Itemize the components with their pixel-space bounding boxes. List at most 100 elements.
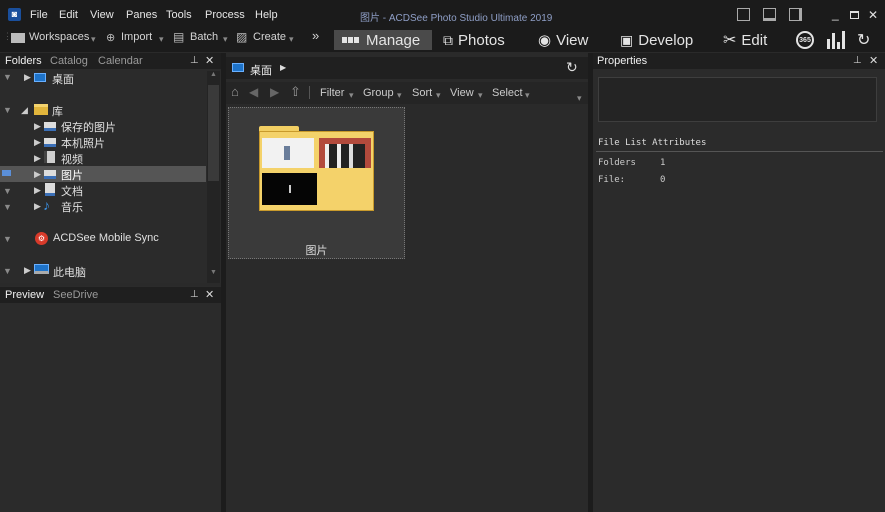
pin-icon[interactable]: ⊥ — [190, 289, 199, 300]
folders-scrollbar[interactable]: ▲ ▼ — [207, 71, 220, 283]
pin-marker-icon: ▼ — [3, 202, 12, 212]
expand-arrow-icon[interactable]: ▶ — [34, 201, 41, 212]
chevron-down-icon: ▾ — [91, 34, 96, 44]
create-button[interactable]: Create — [253, 31, 286, 43]
expand-arrow-icon[interactable]: ▶ — [34, 169, 41, 180]
tab-folders[interactable]: Folders — [5, 55, 42, 67]
preview-pane — [0, 286, 221, 512]
tree-item-documents[interactable]: 文档 — [61, 183, 83, 199]
maximize-icon[interactable] — [850, 11, 859, 19]
expand-arrow-icon[interactable]: ▶ — [24, 72, 31, 83]
folder-thumbnail-item[interactable]: 图片 — [228, 107, 405, 259]
layout-right-icon[interactable] — [789, 8, 802, 21]
mode-edit-label: Edit — [741, 31, 768, 49]
mode-photos-button[interactable]: ⧉ Photos — [443, 30, 521, 50]
edit-tools-icon: ✂ — [723, 32, 737, 49]
filter-bar — [226, 82, 588, 104]
tree-item-videos[interactable]: 视频 — [61, 151, 83, 167]
batch-icon: ▤ — [173, 30, 185, 44]
mode-develop-button[interactable]: ▣ Develop — [620, 30, 704, 50]
breadcrumb-arrow-icon[interactable]: ▶ — [280, 63, 286, 72]
tree-item-this-pc[interactable]: 此电脑 — [53, 264, 86, 280]
tree-item-mobile-sync[interactable]: ACDSee Mobile Sync — [53, 232, 159, 244]
close-pane-icon[interactable]: ✕ — [205, 54, 214, 67]
menu-file[interactable]: File — [30, 9, 48, 21]
properties-preview-box — [598, 77, 877, 122]
expand-arrow-icon[interactable]: ▶ — [34, 121, 41, 132]
tree-item-library[interactable]: 库 — [52, 103, 63, 119]
menu-edit[interactable]: Edit — [59, 9, 78, 21]
layout-left-icon[interactable] — [737, 8, 750, 21]
scroll-thumb[interactable] — [208, 85, 219, 181]
workspaces-icon — [11, 33, 25, 43]
batch-button[interactable]: Batch — [190, 31, 218, 43]
mode-365-button[interactable]: 365 — [794, 30, 816, 50]
import-button[interactable]: Import — [121, 31, 152, 43]
pin-icon[interactable]: ⊥ — [190, 55, 199, 66]
sort-menu[interactable]: Sort — [412, 87, 432, 99]
expand-arrow-icon[interactable]: ▶ — [34, 137, 41, 148]
dashboard-icon[interactable] — [827, 31, 847, 49]
tab-properties[interactable]: Properties — [597, 55, 647, 67]
tree-item-music[interactable]: 音乐 — [61, 199, 83, 215]
library-icon — [34, 104, 48, 115]
eye-icon: ◉ — [538, 32, 552, 49]
mode-manage-button[interactable]: Manage — [334, 30, 432, 50]
visibility-icon[interactable]: ↻ — [857, 30, 870, 50]
more-options-icon[interactable]: ▾ — [577, 93, 582, 104]
pin-marker-icon: ▼ — [3, 266, 12, 276]
chevron-down-icon: ▾ — [397, 90, 402, 100]
mobile-sync-icon: ⚙ — [35, 232, 48, 245]
breadcrumb[interactable]: 桌面 — [250, 62, 272, 78]
toolbar-divider — [309, 86, 310, 99]
close-icon[interactable]: ✕ — [868, 8, 878, 22]
tab-catalog[interactable]: Catalog — [50, 55, 88, 67]
mode-edit-button[interactable]: ✂ Edit — [723, 30, 777, 50]
back-icon[interactable]: ◀ — [249, 85, 258, 99]
pin-marker-icon: ▼ — [3, 186, 12, 196]
home-icon[interactable]: ⌂ — [231, 84, 239, 99]
close-pane-icon[interactable]: ✕ — [869, 54, 878, 67]
expand-arrow-icon[interactable]: ▶ — [24, 265, 31, 276]
music-icon: ♪ — [43, 197, 50, 213]
window-title: 图片 - ACDSee Photo Studio Ultimate 2019 — [360, 13, 553, 24]
minimize-icon[interactable]: _ — [832, 7, 839, 21]
app-icon[interactable]: ◙ — [8, 8, 21, 21]
layout-bottom-icon[interactable] — [763, 8, 776, 21]
refresh-icon[interactable]: ↻ — [566, 59, 578, 76]
forward-icon[interactable]: ▶ — [270, 85, 279, 99]
menu-help[interactable]: Help — [255, 9, 278, 21]
tree-item-camera-roll[interactable]: 本机照片 — [61, 135, 105, 151]
expand-arrow-icon[interactable]: ▶ — [34, 153, 41, 164]
view-menu[interactable]: View — [450, 87, 474, 99]
selected-row — [0, 166, 206, 182]
menu-tools[interactable]: Tools — [166, 9, 192, 21]
group-menu[interactable]: Group — [363, 87, 394, 99]
select-menu[interactable]: Select — [492, 87, 523, 99]
menu-panes[interactable]: Panes — [126, 9, 157, 21]
tree-item-pictures[interactable]: 图片 — [61, 167, 83, 183]
chevron-down-icon: ▾ — [478, 90, 483, 100]
pin-icon[interactable]: ⊥ — [853, 55, 862, 66]
collapse-arrow-icon[interactable]: ◢ — [21, 105, 28, 116]
documents-icon — [45, 183, 55, 196]
menu-process[interactable]: Process — [205, 9, 245, 21]
menu-view[interactable]: View — [90, 9, 114, 21]
develop-icon: ▣ — [620, 31, 634, 48]
mode-view-button[interactable]: ◉ View — [538, 30, 600, 50]
tab-preview[interactable]: Preview — [5, 289, 44, 301]
workspaces-button[interactable]: Workspaces — [29, 31, 89, 43]
pictures-library-icon — [44, 170, 56, 179]
up-folder-icon[interactable]: ⇧ — [290, 84, 301, 100]
tree-item-saved-pictures[interactable]: 保存的图片 — [61, 119, 116, 135]
thumbnail-photo — [319, 138, 371, 168]
tab-seedrive[interactable]: SeeDrive — [53, 289, 98, 301]
this-pc-icon — [34, 264, 49, 274]
filter-menu[interactable]: Filter — [320, 87, 344, 99]
toolbar-overflow-button[interactable]: » — [312, 28, 319, 43]
expand-arrow-icon[interactable]: ▶ — [34, 185, 41, 196]
tree-item-desktop[interactable]: 桌面 — [52, 71, 74, 87]
grid-icon — [342, 34, 360, 46]
tab-calendar[interactable]: Calendar — [98, 55, 143, 67]
close-pane-icon[interactable]: ✕ — [205, 288, 214, 301]
